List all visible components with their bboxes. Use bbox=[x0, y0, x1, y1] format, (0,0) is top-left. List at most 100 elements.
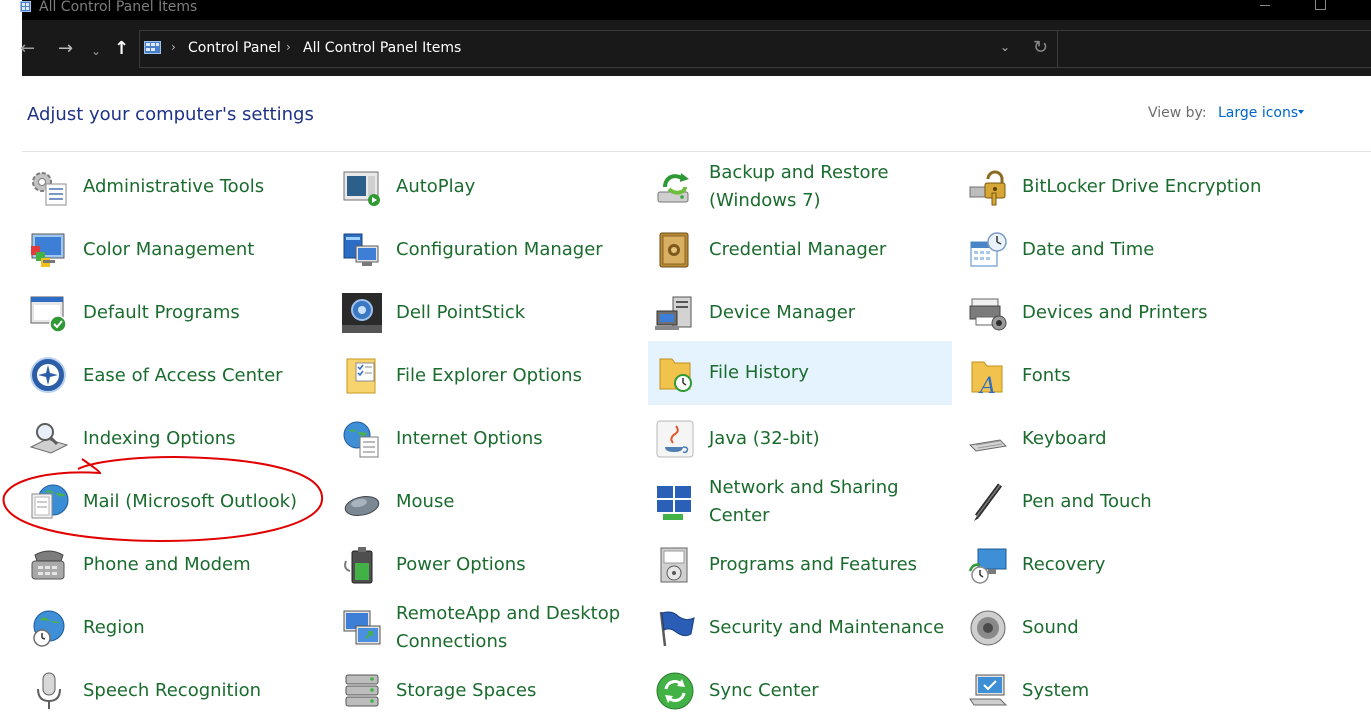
mail-icon bbox=[31, 484, 69, 519]
cp-item-devices-and-printers[interactable]: Devices and Printers bbox=[961, 281, 1265, 344]
cp-item-label: Device Manager bbox=[709, 301, 856, 323]
cp-item-label: Dell PointStick bbox=[396, 301, 526, 323]
default-programs-icon bbox=[30, 296, 67, 333]
minimize-icon[interactable] bbox=[1256, 0, 1286, 12]
title-bar: All Control Panel Items bbox=[20, 0, 1371, 20]
cp-item-label: Administrative Tools bbox=[83, 175, 265, 197]
cp-item-fonts[interactable]: A Fonts bbox=[961, 344, 1265, 407]
cp-item-sound[interactable]: Sound bbox=[961, 596, 1265, 659]
cp-item-speech-recognition[interactable]: Speech Recognition bbox=[22, 659, 326, 722]
ease-of-access-icon bbox=[30, 357, 66, 393]
breadcrumb-separator-icon: › bbox=[286, 40, 291, 54]
cp-item-dell-pointstick[interactable]: Dell PointStick bbox=[335, 281, 639, 344]
cp-item-system[interactable]: System bbox=[961, 659, 1265, 722]
cp-item-file-explorer-options[interactable]: File Explorer Options bbox=[335, 344, 639, 407]
cp-item-credential-manager[interactable]: Credential Manager bbox=[648, 218, 952, 281]
cp-item-label: Internet Options bbox=[396, 427, 543, 449]
page-title: Adjust your computer's settings bbox=[27, 104, 314, 125]
cp-item-pen-and-touch[interactable]: Pen and Touch bbox=[961, 470, 1265, 533]
cp-item-label: Security and Maintenance bbox=[709, 616, 945, 638]
cp-item-label: System bbox=[1022, 679, 1090, 701]
control-panel-icon bbox=[144, 41, 161, 54]
cp-item-file-history[interactable]: File History bbox=[648, 341, 952, 405]
cp-item-default-programs[interactable]: Default Programs bbox=[22, 281, 326, 344]
cp-item-bitlocker[interactable]: BitLocker Drive Encryption bbox=[961, 155, 1265, 218]
cp-item-java[interactable]: Java (32-bit) bbox=[648, 407, 952, 470]
chevron-down-icon[interactable]: ⌄ bbox=[91, 41, 101, 61]
cp-item-keyboard[interactable]: Keyboard bbox=[961, 407, 1265, 470]
cp-item-storage-spaces[interactable]: Storage Spaces bbox=[335, 659, 639, 722]
remoteapp-icon bbox=[343, 610, 381, 645]
cp-item-security-and-maintenance[interactable]: Security and Maintenance bbox=[648, 596, 952, 659]
divider bbox=[22, 151, 1371, 152]
cp-item-indexing-options[interactable]: Indexing Options bbox=[22, 407, 326, 470]
device-manager-icon bbox=[655, 296, 692, 330]
date-time-icon bbox=[970, 232, 1007, 267]
cp-item-date-and-time[interactable]: Date and Time bbox=[961, 218, 1265, 281]
cp-item-sync-center[interactable]: Sync Center bbox=[648, 659, 952, 722]
cp-item-label: Backup and Restore (Windows 7) bbox=[709, 161, 889, 211]
network-sharing-icon bbox=[657, 486, 691, 520]
back-arrow-icon[interactable]: ← bbox=[20, 39, 35, 59]
address-dropdown-icon[interactable]: ⌄ bbox=[1000, 40, 1010, 54]
cp-item-label: Indexing Options bbox=[83, 427, 236, 449]
cp-item-configuration-manager[interactable]: Configuration Manager bbox=[335, 218, 639, 281]
cp-item-recovery[interactable]: Recovery bbox=[961, 533, 1265, 596]
cp-item-internet-options[interactable]: Internet Options bbox=[335, 407, 639, 470]
view-by-dropdown[interactable]: Large icons bbox=[1218, 105, 1298, 121]
java-icon bbox=[656, 420, 694, 458]
breadcrumb-separator-icon: › bbox=[171, 40, 176, 54]
cp-item-mail[interactable]: Mail (Microsoft Outlook) bbox=[22, 470, 326, 533]
search-input[interactable] bbox=[1057, 30, 1371, 68]
cp-item-ease-of-access[interactable]: Ease of Access Center bbox=[22, 344, 326, 407]
cp-item-device-manager[interactable]: Device Manager bbox=[648, 281, 952, 344]
system-icon bbox=[969, 674, 1008, 706]
cp-item-autoplay[interactable]: AutoPlay bbox=[335, 155, 639, 218]
cp-item-color-management[interactable]: Color Management bbox=[22, 218, 326, 281]
cp-item-label: Sound bbox=[1022, 616, 1079, 638]
cp-item-label: Mouse bbox=[396, 490, 455, 512]
cp-item-label: Recovery bbox=[1022, 553, 1106, 575]
cp-item-backup-and-restore[interactable]: Backup and Restore (Windows 7) bbox=[648, 155, 952, 218]
address-bar[interactable]: › Control Panel › All Control Panel Item… bbox=[139, 30, 1059, 68]
forward-arrow-icon[interactable]: → bbox=[58, 39, 73, 59]
cp-item-remoteapp[interactable]: RemoteApp and Desktop Connections bbox=[335, 596, 639, 659]
internet-options-icon bbox=[343, 421, 379, 458]
cp-item-network-and-sharing[interactable]: Network and Sharing Center bbox=[648, 470, 952, 533]
navigation-bar: ← → ⌄ ↑ › Control Panel › All Control Pa… bbox=[20, 20, 1371, 76]
window-title: All Control Panel Items bbox=[39, 0, 198, 15]
cp-item-label: Credential Manager bbox=[709, 238, 887, 260]
maximize-icon[interactable] bbox=[1314, 0, 1328, 12]
control-panel-icon bbox=[20, 1, 31, 12]
credential-manager-icon bbox=[659, 232, 689, 268]
pen-touch-icon bbox=[974, 483, 1003, 521]
color-management-icon bbox=[31, 233, 65, 267]
cp-item-label: RemoteApp and Desktop Connections bbox=[396, 602, 621, 652]
configuration-manager-icon bbox=[343, 233, 379, 266]
devices-printers-icon bbox=[969, 298, 1007, 331]
cp-item-region[interactable]: Region bbox=[22, 596, 326, 659]
cp-item-label: BitLocker Drive Encryption bbox=[1022, 175, 1262, 197]
left-edge-strip bbox=[0, 0, 22, 718]
cp-item-administrative-tools[interactable]: Administrative Tools bbox=[22, 155, 326, 218]
security-maintenance-icon bbox=[659, 611, 695, 647]
region-icon bbox=[33, 610, 65, 647]
cp-item-mouse[interactable]: Mouse bbox=[335, 470, 639, 533]
power-options-icon bbox=[344, 547, 373, 584]
cp-item-programs-and-features[interactable]: Programs and Features bbox=[648, 533, 952, 596]
breadcrumb-all-items[interactable]: All Control Panel Items bbox=[303, 40, 461, 56]
refresh-icon[interactable]: ↻ bbox=[1033, 37, 1048, 58]
cp-item-phone-and-modem[interactable]: Phone and Modem bbox=[22, 533, 326, 596]
cp-item-label: Speech Recognition bbox=[83, 679, 262, 701]
folder-options-icon bbox=[346, 358, 376, 394]
keyboard-icon bbox=[968, 439, 1008, 452]
breadcrumb-control-panel[interactable]: Control Panel bbox=[188, 40, 281, 56]
dropdown-caret-icon[interactable] bbox=[1298, 110, 1304, 114]
view-by-label: View by: bbox=[1148, 105, 1207, 121]
recovery-icon bbox=[968, 548, 1007, 584]
pointstick-icon bbox=[342, 293, 382, 333]
up-arrow-icon[interactable]: ↑ bbox=[114, 39, 129, 59]
sound-icon bbox=[970, 610, 1006, 646]
cp-item-power-options[interactable]: Power Options bbox=[335, 533, 639, 596]
storage-spaces-icon bbox=[345, 674, 379, 707]
